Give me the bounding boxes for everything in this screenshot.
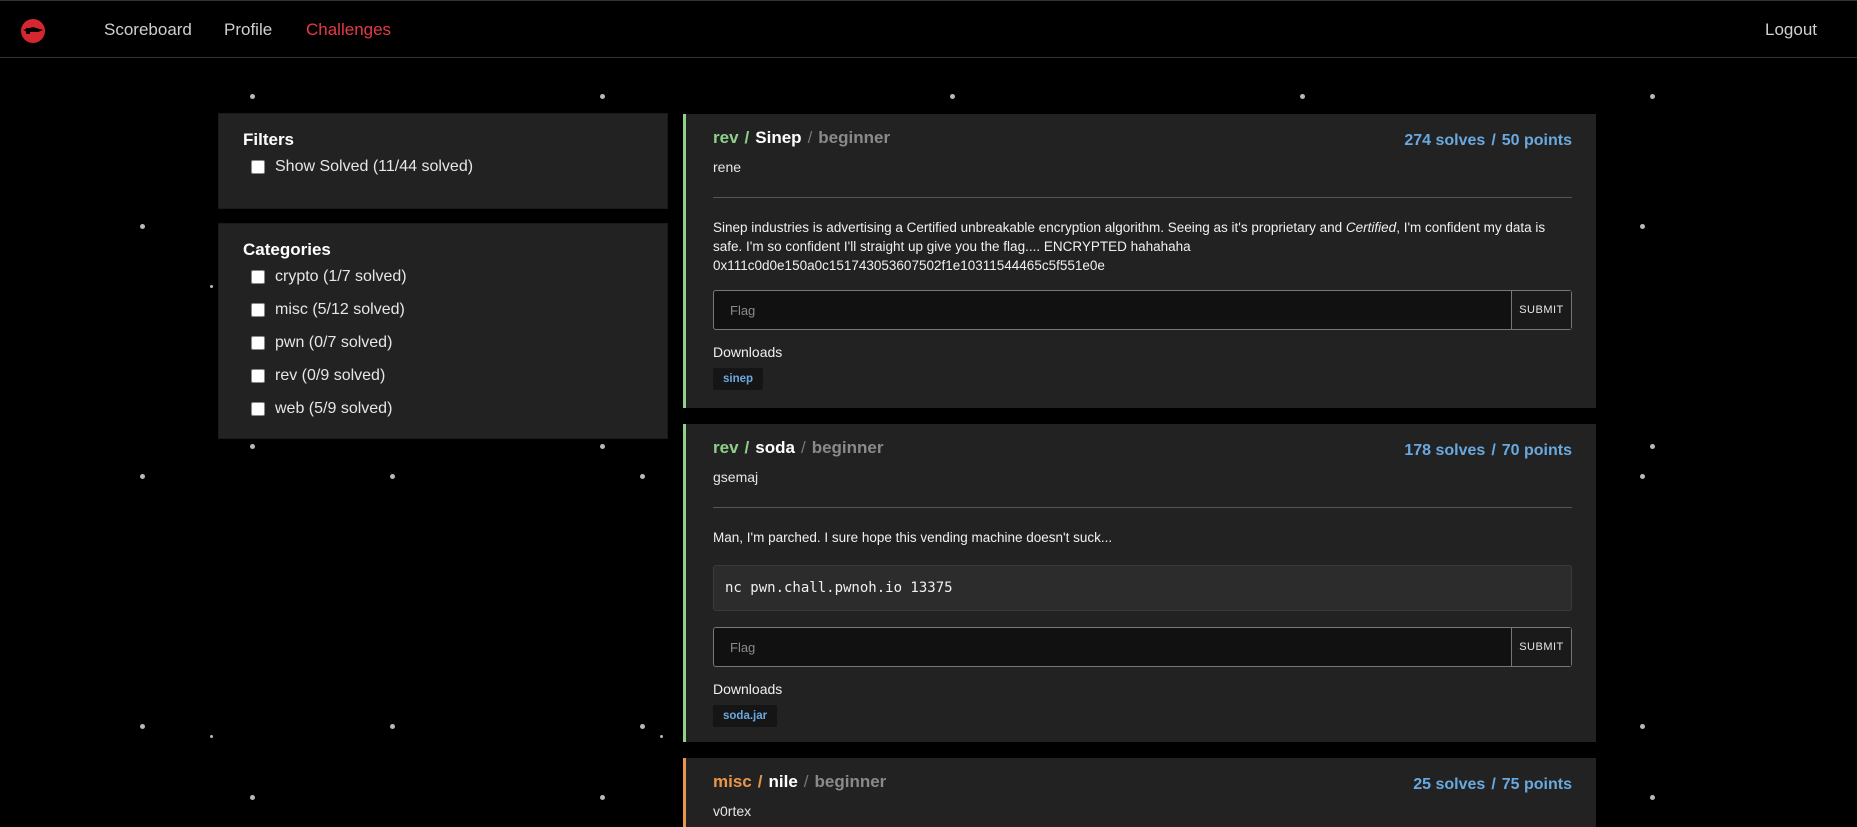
download-link[interactable]: soda.jar: [713, 705, 778, 727]
challenge-title: misc / nile / beginner: [713, 772, 887, 791]
challenge-card-sinep: rev / Sinep / beginner 274 solves/50 points …: [683, 114, 1596, 408]
challenge-category: rev: [713, 438, 739, 457]
category-filter-web[interactable]: web (5/9 solved): [243, 392, 643, 425]
challenge-card-nile: misc / nile / beginner 25 solves/75 points v…: [683, 758, 1596, 827]
category-label: misc (5/12 solved): [275, 300, 405, 318]
challenge-stats: 274 solves/50 points: [1404, 132, 1572, 149]
challenge-title: rev / Sinep / beginner: [713, 128, 891, 147]
challenge-solves: 274 solves: [1404, 132, 1486, 149]
challenge-points: 75 points: [1501, 776, 1572, 793]
challenge-solves: 25 solves: [1413, 776, 1486, 793]
challenge-points: 50 points: [1501, 132, 1572, 149]
category-label: pwn (0/7 solved): [275, 333, 393, 351]
category-label: web (5/9 solved): [275, 399, 393, 417]
challenge-header: rev / soda / beginner 178 solves/70 points: [713, 424, 1572, 472]
flag-logo-icon[interactable]: [20, 18, 46, 44]
category-checkbox[interactable]: [251, 401, 265, 416]
submit-button[interactable]: SUBMIT: [1511, 291, 1571, 329]
challenge-solves: 178 solves: [1404, 442, 1486, 459]
filters-title: Filters: [243, 130, 295, 149]
category-filter-rev[interactable]: rev (0/9 solved): [243, 359, 643, 392]
nav-challenges-link[interactable]: Challenges: [306, 1, 391, 59]
download-link[interactable]: sinep: [713, 368, 764, 390]
show-solved-checkbox[interactable]: [251, 159, 265, 174]
challenge-description: Sinep industries is advertising a Certif…: [713, 220, 1546, 273]
flag-form: SUBMIT: [713, 290, 1572, 330]
categories-panel: Categories crypto (1/7 solved) misc (5/1…: [219, 224, 667, 438]
submit-button[interactable]: SUBMIT: [1511, 628, 1571, 666]
category-checkbox[interactable]: [251, 269, 265, 284]
challenge-title: rev / soda / beginner: [713, 438, 884, 457]
downloads-label: Downloads: [713, 681, 783, 697]
flag-input[interactable]: [714, 628, 1511, 666]
logout-link[interactable]: Logout: [1765, 1, 1817, 59]
flag-input[interactable]: [714, 291, 1511, 329]
challenge-name: Sinep: [755, 128, 802, 147]
top-navbar: Scoreboard Profile Challenges Logout: [0, 0, 1857, 58]
category-filter-misc[interactable]: misc (5/12 solved): [243, 293, 643, 326]
challenge-stats: 178 solves/70 points: [1404, 442, 1572, 459]
divider: [713, 507, 1572, 508]
challenge-difficulty: beginner: [818, 128, 891, 147]
category-checkbox[interactable]: [251, 335, 265, 350]
challenge-header: rev / Sinep / beginner 274 solves/50 points: [713, 114, 1572, 162]
challenge-category: rev: [713, 128, 739, 147]
connection-command: nc pwn.chall.pwnoh.io 13375: [713, 565, 1572, 611]
challenge-stats: 25 solves/75 points: [1413, 776, 1572, 793]
category-checkbox[interactable]: [251, 302, 265, 317]
category-filter-pwn[interactable]: pwn (0/7 solved): [243, 326, 643, 359]
challenge-name: nile: [768, 772, 798, 791]
challenge-category: misc: [713, 772, 752, 791]
challenge-difficulty: beginner: [811, 438, 884, 457]
nav-scoreboard-link[interactable]: Scoreboard: [104, 1, 192, 59]
show-solved-filter[interactable]: Show Solved (11/44 solved): [243, 150, 643, 183]
challenge-points: 70 points: [1501, 442, 1572, 459]
categories-title: Categories: [243, 240, 331, 259]
show-solved-label: Show Solved (11/44 solved): [275, 157, 474, 175]
nav-profile-link[interactable]: Profile: [224, 1, 272, 59]
challenge-name: soda: [755, 438, 795, 457]
category-label: rev (0/9 solved): [275, 366, 386, 384]
challenge-header: misc / nile / beginner 25 solves/75 points: [713, 758, 1572, 806]
divider: [713, 197, 1572, 198]
category-label: crypto (1/7 solved): [275, 267, 407, 285]
challenge-difficulty: beginner: [814, 772, 887, 791]
challenge-card-soda: rev / soda / beginner 178 solves/70 points g…: [683, 424, 1596, 742]
flag-form: SUBMIT: [713, 627, 1572, 667]
filters-panel: Filters Show Solved (11/44 solved): [219, 114, 667, 208]
challenge-description: Man, I'm parched. I sure hope this vendi…: [713, 530, 1113, 545]
category-checkbox[interactable]: [251, 368, 265, 383]
category-filter-crypto[interactable]: crypto (1/7 solved): [243, 260, 643, 293]
downloads-label: Downloads: [713, 344, 783, 360]
